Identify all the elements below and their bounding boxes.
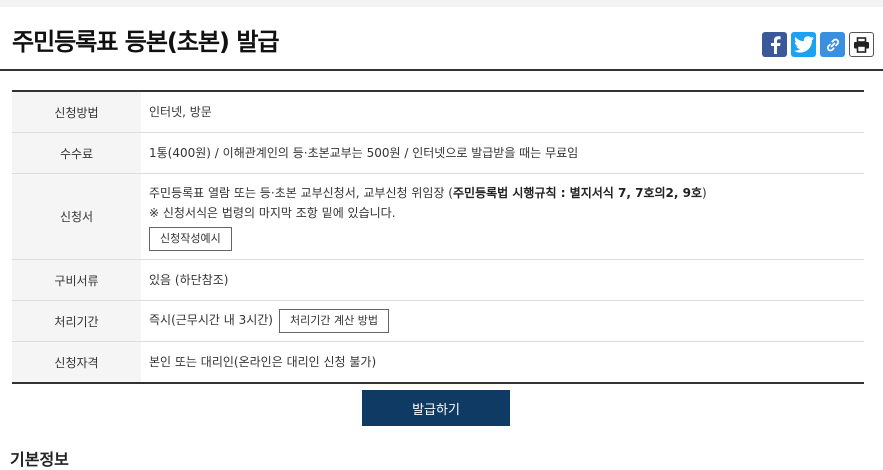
row-label: 신청방법 bbox=[12, 91, 141, 133]
print-icon bbox=[854, 36, 869, 53]
law-reference: 주민등록법 시행규칙 : 별지서식 7, 7호의2, 9호 bbox=[452, 185, 703, 200]
row-value: 본인 또는 대리인(온라인은 대리인 신청 불가) bbox=[149, 355, 377, 369]
facebook-icon bbox=[770, 35, 781, 54]
row-label: 처리기간 bbox=[12, 300, 141, 342]
processing-period-calc-button[interactable]: 처리기간 계산 방법 bbox=[279, 309, 389, 333]
row-value: 있음 (하단참조) bbox=[141, 259, 864, 301]
row-value: 인터넷, 방문 bbox=[141, 91, 864, 133]
copy-link-button[interactable] bbox=[820, 32, 845, 57]
row-value: 1통(400원) / 이해관계인의 등·초본교부는 500원 / 인터넷으로 발… bbox=[141, 132, 864, 174]
form-text-prefix: 주민등록표 열람 또는 등·초본 교부신청서, 교부신청 위임장 ( bbox=[149, 185, 453, 200]
top-strip bbox=[0, 0, 883, 7]
row-label: 수수료 bbox=[12, 132, 141, 174]
twitter-icon bbox=[793, 36, 814, 53]
facebook-share-button[interactable] bbox=[762, 32, 787, 57]
share-toolbar bbox=[762, 32, 874, 57]
table-row: 구비서류 있음 (하단참조) bbox=[12, 259, 864, 301]
table-row: 신청서 주민등록표 열람 또는 등·초본 교부신청서, 교부신청 위임장 (주민… bbox=[12, 173, 864, 260]
info-table: 신청방법 인터넷, 방문 수수료 1통(400원) / 이해관계인의 등·초본교… bbox=[12, 90, 864, 384]
row-label: 신청자격 bbox=[12, 341, 141, 383]
page-header: 주민등록표 등본(초본) 발급 bbox=[0, 7, 883, 71]
processing-period-cell: 즉시(근무시간 내 3시간) 처리기간 계산 방법 bbox=[141, 300, 864, 342]
row-value: 즉시(근무시간 내 3시간) bbox=[149, 313, 273, 327]
table-row: 신청방법 인터넷, 방문 bbox=[12, 91, 864, 133]
application-example-button[interactable]: 신청작성예시 bbox=[149, 226, 232, 251]
link-icon bbox=[826, 38, 839, 51]
form-text-suffix: ) bbox=[702, 185, 707, 200]
issue-button[interactable]: 발급하기 bbox=[362, 390, 510, 426]
twitter-share-button[interactable] bbox=[791, 32, 816, 57]
print-button[interactable] bbox=[849, 32, 874, 57]
row-label: 구비서류 bbox=[12, 259, 141, 301]
page-title: 주민등록표 등본(초본) 발급 bbox=[12, 28, 280, 56]
table-row: 신청자격 본인 또는 대리인(온라인은 대리인 신청 불가) bbox=[12, 341, 864, 383]
application-form-line: 주민등록표 열람 또는 등·초본 교부신청서, 교부신청 위임장 (주민등록법 … bbox=[149, 183, 864, 203]
application-form-cell: 주민등록표 열람 또는 등·초본 교부신청서, 교부신청 위임장 (주민등록법 … bbox=[141, 173, 864, 260]
table-row: 수수료 1통(400원) / 이해관계인의 등·초본교부는 500원 / 인터넷… bbox=[12, 132, 864, 174]
form-note: ※ 신청서식은 법령의 마지막 조항 밑에 있습니다. bbox=[149, 205, 396, 220]
row-label: 신청서 bbox=[12, 173, 141, 260]
table-row: 처리기간 즉시(근무시간 내 3시간) 처리기간 계산 방법 bbox=[12, 300, 864, 342]
section-heading: 기본정보 bbox=[10, 450, 69, 469]
